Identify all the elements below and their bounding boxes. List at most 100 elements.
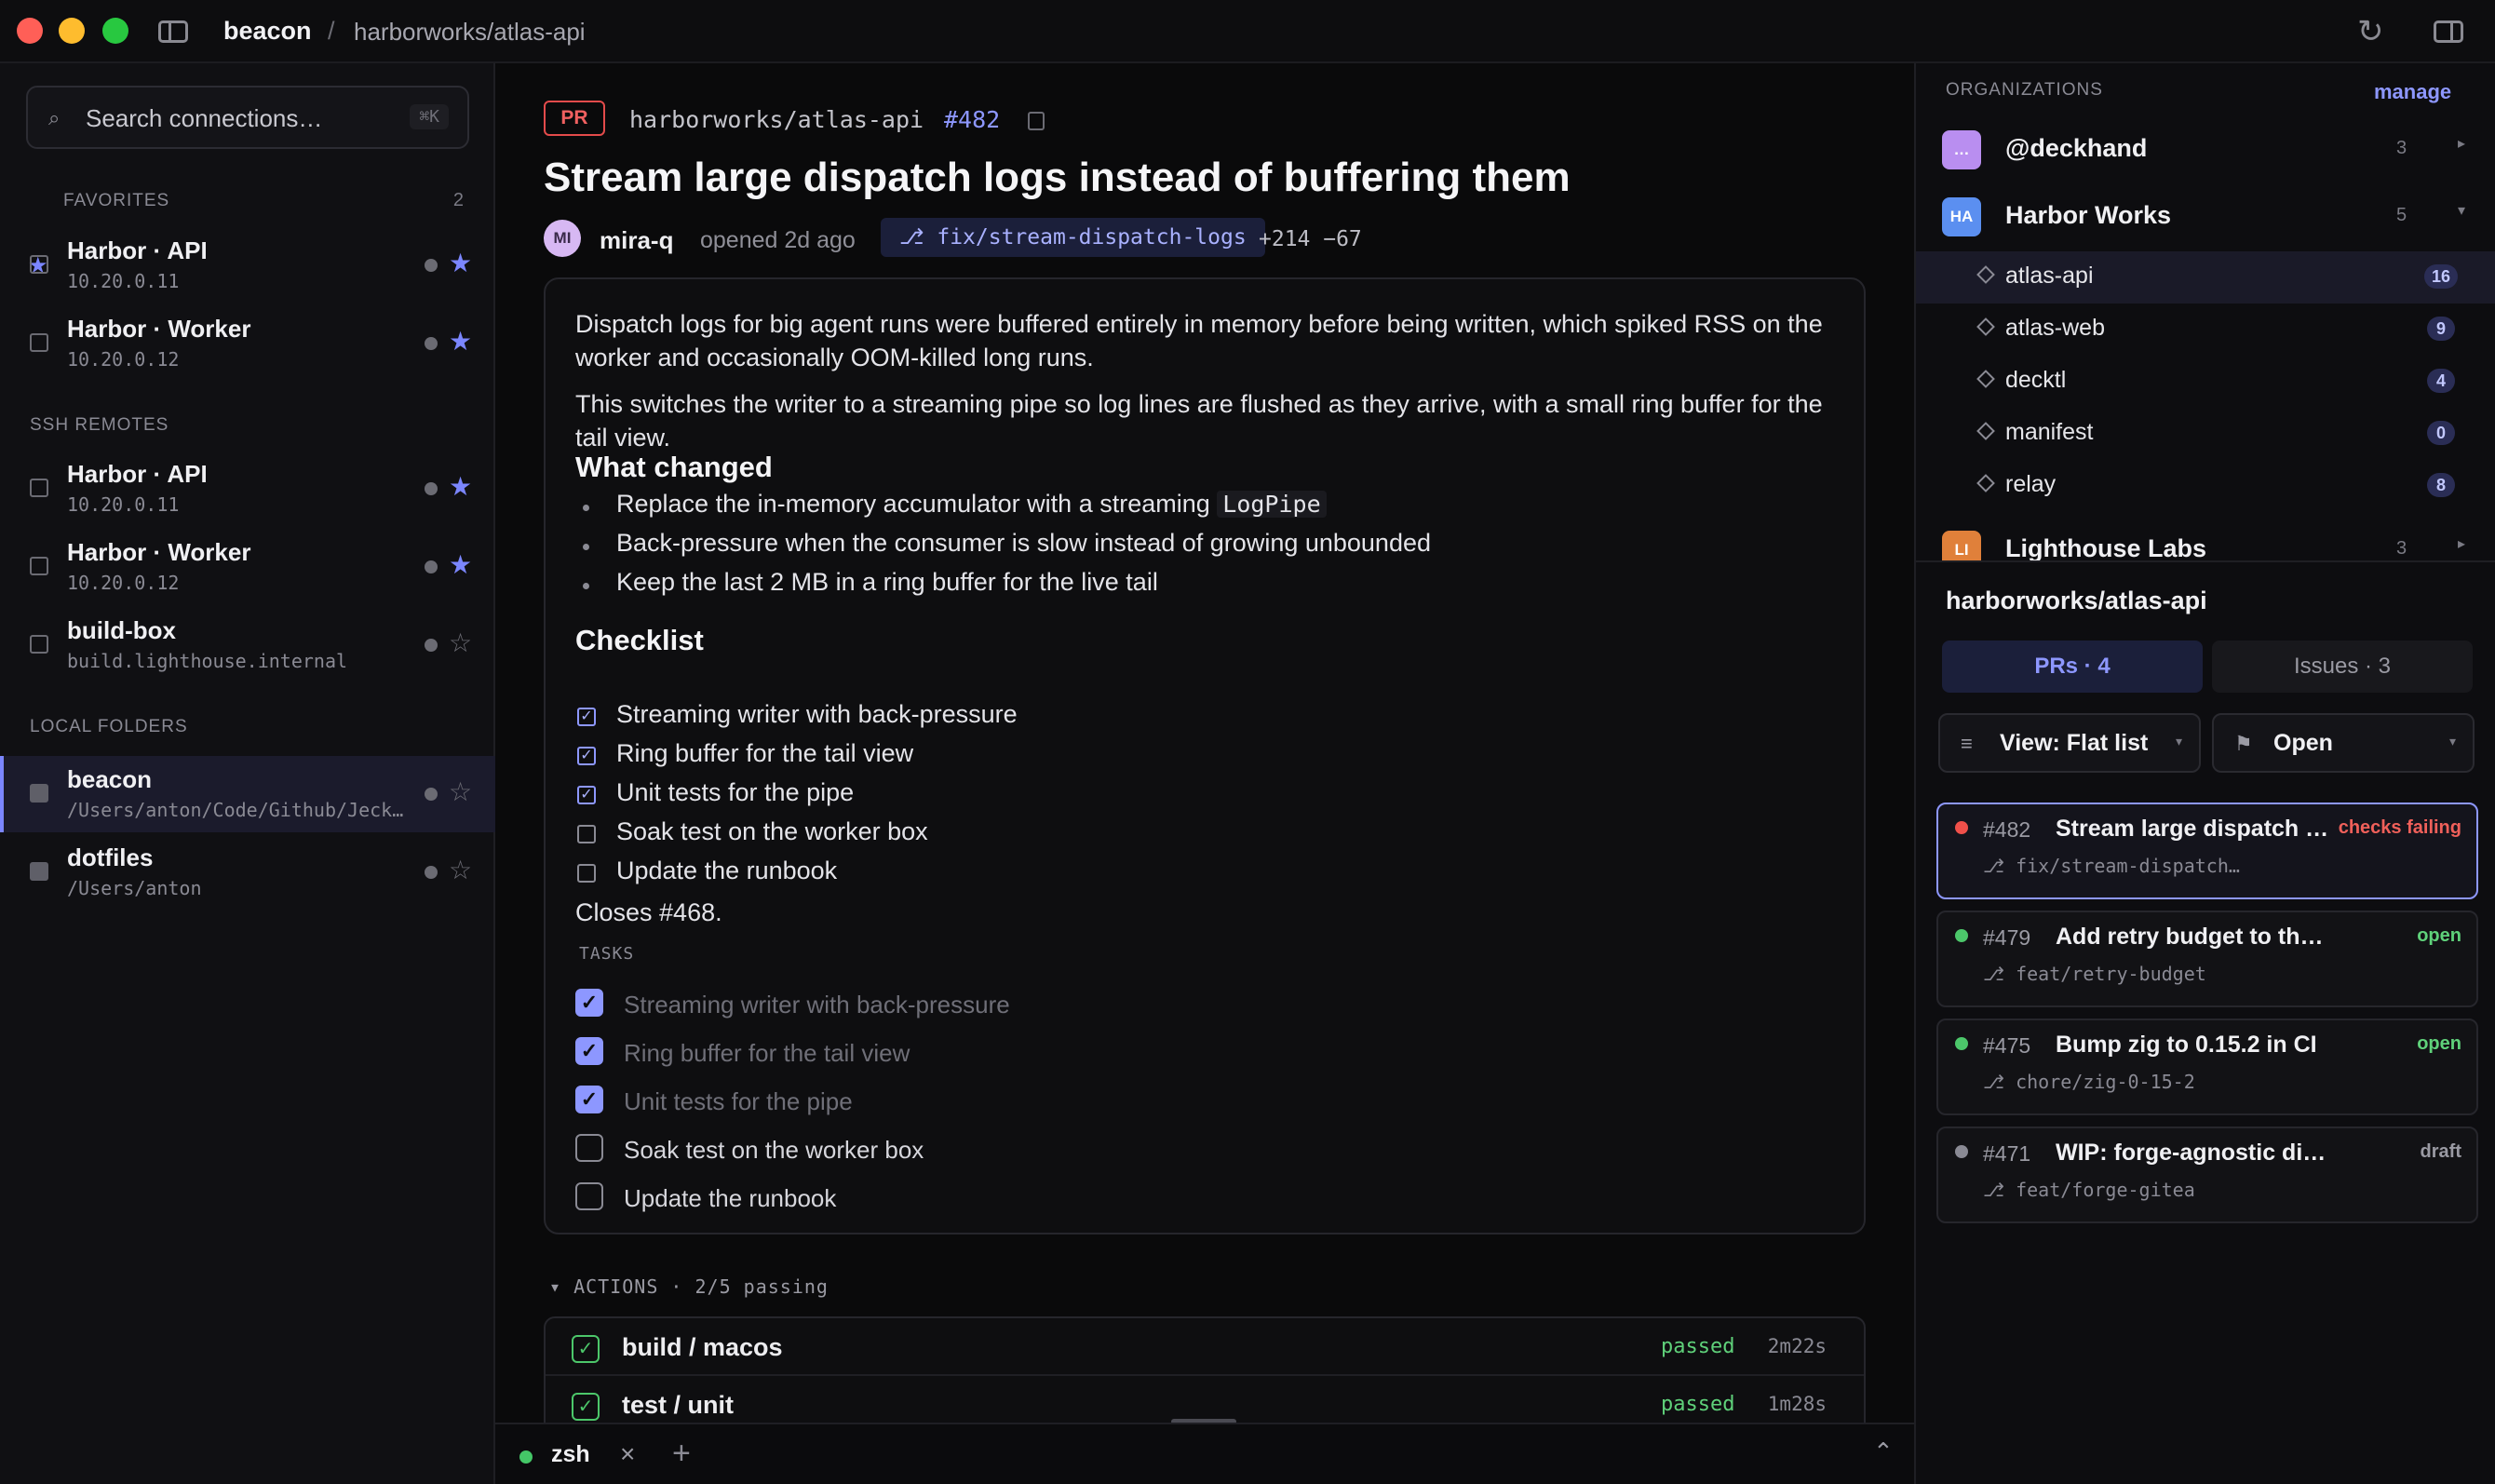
pr-branch: ⎇ chore/zig-0-15-2: [1983, 1071, 2195, 1093]
star-outline-icon[interactable]: ☆: [449, 627, 472, 658]
org-count: 3: [2396, 538, 2407, 559]
search-connections-input[interactable]: ⌕ Search connections… ⌘K: [26, 86, 469, 149]
pr-state: open: [2417, 925, 2461, 946]
pr-list-item[interactable]: #471 WIP: forge-agnostic dispatch draft …: [1936, 1126, 2478, 1223]
pr-number-link[interactable]: #482: [944, 106, 1000, 133]
pr-title: Add retry budget to the dispatcher: [2056, 924, 2335, 950]
remote-icon: [30, 255, 48, 274]
star-icon[interactable]: ★: [449, 471, 472, 502]
manage-link[interactable]: manage: [2374, 80, 2451, 104]
local-folders-heading: LOCAL FOLDERS: [30, 717, 188, 736]
repo-atlas-api[interactable]: atlas-api 16: [1916, 251, 2495, 304]
state-filter-dropdown[interactable]: ⚑ Open ▾: [2212, 713, 2475, 773]
connection-local-beacon[interactable]: beacon /Users/anton/Code/Github/Jeck… ☆: [0, 756, 495, 832]
connection-ssh-harbor-worker[interactable]: Harbor · Worker 10.20.0.12 ★: [0, 529, 495, 605]
code-span: LogPipe: [1217, 491, 1327, 518]
close-icon[interactable]: ×: [620, 1439, 635, 1469]
repo-pr-count: 9: [2427, 317, 2455, 341]
org-name: Lighthouse Labs: [2005, 534, 2206, 560]
connection-favorite-harbor-api[interactable]: Harbor · API 10.20.0.11 ★: [0, 227, 495, 304]
pr-list-item[interactable]: #482 Stream large dispatch logs instead …: [1936, 803, 2478, 899]
connection-favorite-harbor-worker[interactable]: Harbor · Worker 10.20.0.12 ★: [0, 305, 495, 382]
pr-status-dot: [1955, 929, 1968, 942]
checklist-item: Streaming writer with back-pressure: [616, 700, 1018, 728]
action-run[interactable]: ✓ test / unit passed 1m28s: [546, 1376, 1864, 1423]
chevron-up-icon[interactable]: ⌃: [1873, 1437, 1894, 1466]
close-window-button[interactable]: [17, 18, 43, 44]
minimize-window-button[interactable]: [59, 18, 85, 44]
connection-local-dotfiles[interactable]: dotfiles /Users/anton ☆: [0, 834, 495, 911]
checklist-checkbox: [577, 825, 596, 843]
pr-status-dot: [1955, 821, 1968, 834]
folder-icon: [30, 784, 48, 803]
organizations-heading: ORGANIZATIONS: [1946, 80, 2103, 100]
repo-name: manifest: [2005, 419, 2094, 445]
actions-list: ✓ build / macos passed 2m22s ✓ test / un…: [544, 1316, 1866, 1423]
state-filter-label: Open: [2273, 730, 2333, 756]
favorites-heading: FAVORITES: [63, 191, 170, 210]
repo-manifest[interactable]: manifest 0: [1916, 408, 2495, 460]
repo-diamond-icon: [1976, 422, 1995, 440]
view-mode-dropdown[interactable]: ≡ View: Flat list ▾: [1938, 713, 2201, 773]
zoom-window-button[interactable]: [102, 18, 128, 44]
star-outline-icon[interactable]: ☆: [449, 776, 472, 807]
task-checkbox[interactable]: [575, 1134, 603, 1162]
bullet: [583, 583, 589, 589]
what-changed-heading: What changed: [575, 451, 773, 483]
task-checkbox[interactable]: [575, 1182, 603, 1210]
search-placeholder: Search connections…: [86, 104, 323, 132]
connection-name: Harbor · API: [67, 460, 208, 488]
breadcrumb-repo[interactable]: harborworks/atlas-api: [354, 18, 586, 47]
org-deckhand[interactable]: … @deckhand 3 ▸: [1916, 121, 2495, 177]
action-duration: 2m22s: [1767, 1335, 1827, 1357]
tab-issues[interactable]: Issues · 3: [2212, 641, 2473, 693]
pr-list-item[interactable]: #475 Bump zig to 0.15.2 in CI open ⎇ cho…: [1936, 1019, 2478, 1115]
star-icon[interactable]: ★: [449, 248, 472, 278]
connection-ssh-build-box[interactable]: build-box build.lighthouse.internal ☆: [0, 607, 495, 683]
pr-branch: ⎇ feat/forge-gitea: [1983, 1179, 2195, 1201]
actions-toggle[interactable]: ▾ ACTIONS · 2/5 passing: [549, 1275, 829, 1298]
pr-title: WIP: forge-agnostic dispatch: [2056, 1140, 2335, 1166]
toggle-sidebar-icon[interactable]: [158, 20, 188, 43]
org-harbor-works[interactable]: HA Harbor Works 5 ▾: [1916, 188, 2495, 244]
list-icon: ≡: [1961, 732, 1973, 755]
toggle-right-panel-icon[interactable]: [2434, 20, 2463, 43]
connection-ssh-harbor-api[interactable]: Harbor · API 10.20.0.11 ★: [0, 451, 495, 527]
star-icon[interactable]: ★: [449, 326, 472, 357]
star-icon[interactable]: ★: [449, 549, 472, 580]
branch-badge[interactable]: ⎇ fix/stream-dispatch-logs: [881, 218, 1265, 257]
pr-list-item[interactable]: #479 Add retry budget to the dispatcher …: [1936, 911, 2478, 1007]
pr-number: #482: [1983, 817, 2031, 842]
tab-prs[interactable]: PRs · 4: [1942, 641, 2203, 693]
pr-number: #471: [1983, 1141, 2031, 1166]
checklist-item: Ring buffer for the tail view: [616, 739, 914, 767]
repo-relay[interactable]: relay 8: [1916, 460, 2495, 512]
repo-decktl[interactable]: decktl 4: [1916, 356, 2495, 408]
task-checkbox[interactable]: ✓: [575, 989, 603, 1017]
action-run[interactable]: ✓ build / macos passed 2m22s: [546, 1318, 1864, 1376]
connection-name: Harbor · Worker: [67, 538, 251, 566]
star-outline-icon[interactable]: ☆: [449, 855, 472, 885]
repo-atlas-web[interactable]: atlas-web 9: [1916, 304, 2495, 356]
author-avatar: MI: [544, 220, 581, 257]
task-item: Unit tests for the pipe: [624, 1087, 853, 1115]
checklist-checkbox: ✓: [577, 708, 596, 726]
task-checkbox[interactable]: ✓: [575, 1037, 603, 1065]
checklist-item: Update the runbook: [616, 857, 838, 884]
add-tab-icon[interactable]: +: [672, 1436, 691, 1472]
org-lighthouse-labs[interactable]: LI Lighthouse Labs 3 ▸: [1916, 521, 2495, 560]
repo-pr-count: 8: [2427, 473, 2455, 497]
org-avatar: LI: [1942, 531, 1981, 560]
author-name[interactable]: mira-q: [600, 226, 673, 255]
task-checkbox[interactable]: ✓: [575, 1086, 603, 1113]
copy-icon[interactable]: [1028, 112, 1045, 130]
view-mode-label: View: Flat list: [2000, 730, 2149, 756]
status-dot: [425, 866, 438, 879]
folder-icon: [30, 862, 48, 881]
refresh-icon[interactable]: ↻: [2357, 13, 2384, 50]
terminal-tab-zsh[interactable]: zsh: [551, 1441, 590, 1468]
repo-name: atlas-web: [2005, 315, 2105, 341]
pr-repo: harborworks/atlas-api: [629, 106, 924, 133]
checklist-checkbox: [577, 864, 596, 883]
pr-title: Stream large dispatch logs instead of bu…: [2056, 816, 2335, 842]
